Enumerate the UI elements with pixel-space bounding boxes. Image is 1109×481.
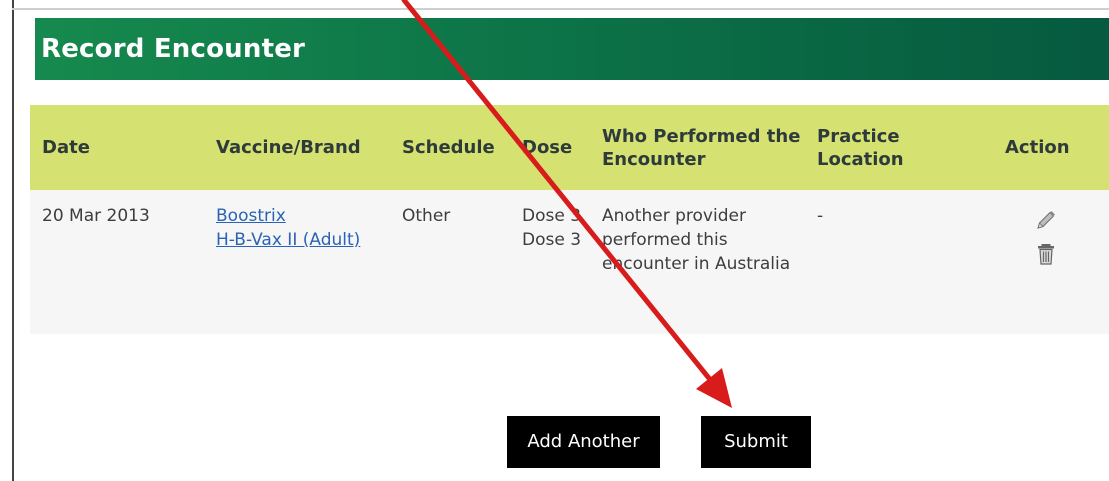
encounter-table: Date Vaccine/Brand Schedule Dose Who Per… — [30, 105, 1109, 334]
table-row: 20 Mar 2013 Boostrix H-B-Vax II (Adult) … — [30, 190, 1109, 334]
cell-vaccine-brand: Boostrix H-B-Vax II (Adult) — [204, 190, 390, 334]
cell-practice-location: - — [817, 206, 824, 226]
submit-button[interactable]: Submit — [701, 416, 811, 468]
column-header-practice-location: Practice Location — [817, 125, 904, 170]
column-header-dose: Dose — [522, 137, 573, 158]
vaccine-link-boostrix[interactable]: Boostrix — [216, 204, 390, 228]
record-encounter-header: Record Encounter — [35, 18, 1109, 80]
page-title: Record Encounter — [41, 34, 306, 64]
pencil-icon[interactable] — [1034, 208, 1058, 232]
top-border — [12, 8, 1109, 10]
cell-dose: Dose 3 Dose 3 — [510, 190, 590, 334]
column-header-date: Date — [42, 137, 90, 158]
cell-who-performed: Another provider performed this encounte… — [602, 206, 791, 274]
column-header-schedule: Schedule — [402, 137, 495, 158]
table-header-row: Date Vaccine/Brand Schedule Dose Who Per… — [30, 105, 1109, 190]
column-header-vaccine-brand: Vaccine/Brand — [216, 137, 361, 158]
dose-value: Dose 3 — [522, 230, 582, 250]
encounter-table-wrapper: Date Vaccine/Brand Schedule Dose Who Per… — [30, 105, 1109, 334]
column-header-action: Action — [1005, 137, 1070, 158]
column-header-who-performed: Who Performed the Encounter — [602, 125, 801, 170]
cell-action — [983, 190, 1109, 334]
add-another-button[interactable]: Add Another — [507, 416, 660, 468]
trash-icon[interactable] — [1034, 242, 1058, 266]
cell-date: 20 Mar 2013 — [42, 206, 150, 226]
dose-value: Dose 3 — [522, 206, 582, 226]
cell-schedule: Other — [402, 206, 451, 226]
vaccine-link-hbvax[interactable]: H-B-Vax II (Adult) — [216, 228, 390, 252]
